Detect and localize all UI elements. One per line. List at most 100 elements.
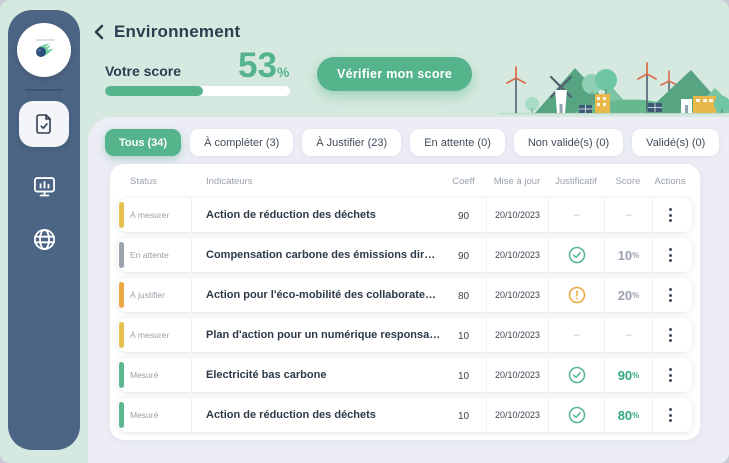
table-row[interactable]: Mesuré Action de réduction des déchets 1…	[118, 398, 692, 432]
coeff-cell: 10	[441, 326, 486, 344]
status-badge: En attente	[130, 250, 169, 260]
score-cell: 20%	[604, 278, 652, 312]
coeff-cell: 10	[441, 366, 486, 384]
score-number: 53	[238, 46, 277, 85]
coeff-cell: 90	[441, 206, 486, 224]
tab-valides[interactable]: Validé(s) (0)	[632, 129, 720, 156]
tab-a-completer[interactable]: À compléter (3)	[190, 129, 294, 156]
actions-cell	[652, 358, 688, 392]
justificatif-cell	[548, 238, 604, 272]
justificatif-warning-icon	[568, 286, 585, 304]
row-actions-kebab-button[interactable]	[663, 202, 678, 228]
score-value: 10	[617, 247, 633, 263]
row-actions-kebab-button[interactable]	[663, 362, 678, 388]
row-actions-kebab-button[interactable]	[663, 322, 678, 348]
status-cell: Mesuré	[130, 358, 192, 392]
app-window: Environnement Votre score 53% Vérifier m…	[0, 0, 729, 463]
coeff-value: 10	[457, 331, 470, 342]
indicator-name: Action pour l'éco-mobilité des collabora…	[206, 289, 441, 301]
score-unit: %	[632, 370, 640, 380]
justificatif-cell: –	[548, 198, 604, 232]
score-label: Votre score	[105, 63, 181, 79]
updated-date: 20/10/2023	[494, 370, 541, 380]
status-accent-bar	[119, 282, 124, 308]
date-cell: 20/10/2023	[486, 278, 548, 312]
date-cell: 20/10/2023	[486, 198, 548, 232]
score-unit: %	[632, 410, 640, 420]
score-value: 20	[617, 287, 633, 303]
actions-cell	[652, 318, 688, 352]
score-cell: 90%	[604, 358, 652, 392]
status-accent-bar	[119, 402, 124, 428]
justificatif-cell	[548, 278, 604, 312]
column-header-score: Score	[615, 175, 641, 187]
page-title: Environnement	[114, 22, 241, 41]
table-row[interactable]: En attente Compensation carbone des émis…	[118, 238, 692, 272]
comet-logo[interactable]	[17, 23, 71, 77]
column-header-status: Status	[130, 175, 157, 187]
coeff-value: 10	[457, 411, 470, 422]
status-accent-bar	[119, 322, 124, 348]
indicator-cell: Plan d'action pour un numérique responsa…	[192, 329, 441, 341]
table-row[interactable]: Mesuré Electricité bas carbone 10 20/10/…	[118, 358, 692, 392]
updated-date: 20/10/2023	[494, 290, 541, 300]
status-cell: Mesuré	[130, 398, 192, 432]
status-cell: À justifier	[130, 278, 192, 312]
indicator-name: Electricité bas carbone	[206, 369, 327, 381]
verify-score-button[interactable]: Vérifier mon score	[317, 57, 473, 91]
status-badge: À mesurer	[130, 210, 170, 220]
status-cell: En attente	[130, 238, 192, 272]
score-value: 53%	[238, 46, 289, 86]
tab-a-justifier[interactable]: À Justifier (23)	[302, 129, 402, 156]
indicator-name: Compensation carbone des émissions direc…	[206, 249, 441, 261]
score-unit: %	[632, 250, 640, 260]
score-value: –	[625, 209, 632, 221]
status-accent-bar	[119, 242, 124, 268]
tab-en-attente[interactable]: En attente (0)	[410, 129, 505, 156]
status-badge: À mesurer	[130, 330, 170, 340]
sidebar-item-indicators-active[interactable]	[19, 101, 69, 147]
table-row[interactable]: À justifier Action pour l'éco-mobilité d…	[118, 278, 692, 312]
justificatif-cell: –	[548, 318, 604, 352]
updated-date: 20/10/2023	[494, 330, 541, 340]
updated-date: 20/10/2023	[494, 210, 541, 220]
row-actions-kebab-button[interactable]	[663, 242, 678, 268]
date-cell: 20/10/2023	[486, 238, 548, 272]
coeff-value: 90	[457, 211, 470, 222]
score-progress-fill	[105, 86, 204, 96]
date-cell: 20/10/2023	[486, 318, 548, 352]
tab-non-valides[interactable]: Non validé(s) (0)	[513, 129, 624, 156]
status-cell: À mesurer	[130, 318, 192, 352]
monitor-chart-icon	[33, 177, 55, 197]
table-header: Status Indicateurs Coeff Mise à jour Jus…	[118, 164, 692, 198]
indicator-cell: Action pour l'éco-mobilité des collabora…	[192, 289, 441, 301]
indicator-name: Action de réduction des déchets	[206, 209, 376, 221]
coeff-cell: 80	[441, 286, 486, 304]
row-actions-kebab-button[interactable]	[663, 402, 678, 428]
sidebar-item-global[interactable]	[31, 226, 58, 253]
back-chevron-icon[interactable]	[92, 24, 106, 40]
column-header-updated: Mise à jour	[493, 175, 541, 187]
table-row[interactable]: À mesurer Action de réduction des déchet…	[118, 198, 692, 232]
sidebar-item-dashboard[interactable]	[31, 173, 58, 200]
justificatif-check-icon	[568, 246, 585, 264]
coeff-value: 90	[457, 251, 470, 262]
page-header: Environnement	[92, 22, 240, 42]
row-actions-kebab-button[interactable]	[663, 282, 678, 308]
justificatif-check-icon	[568, 366, 585, 384]
score-cell: 80%	[604, 398, 652, 432]
score-cell: –	[604, 198, 652, 232]
justificatif-empty-dash: –	[573, 209, 580, 221]
indicator-name: Plan d'action pour un numérique responsa…	[206, 329, 441, 341]
status-accent-bar	[119, 362, 124, 388]
indicator-cell: Compensation carbone des émissions direc…	[192, 249, 441, 261]
coeff-cell: 10	[441, 406, 486, 424]
tab-tous[interactable]: Tous (34)	[105, 129, 182, 156]
score-value: 80	[617, 407, 633, 423]
table-row[interactable]: À mesurer Plan d'action pour un numériqu…	[118, 318, 692, 352]
sidebar-divider	[25, 89, 63, 91]
score-unit: %	[276, 64, 290, 80]
score-progress-track	[105, 86, 290, 96]
date-cell: 20/10/2023	[486, 398, 548, 432]
coeff-value: 80	[457, 291, 470, 302]
